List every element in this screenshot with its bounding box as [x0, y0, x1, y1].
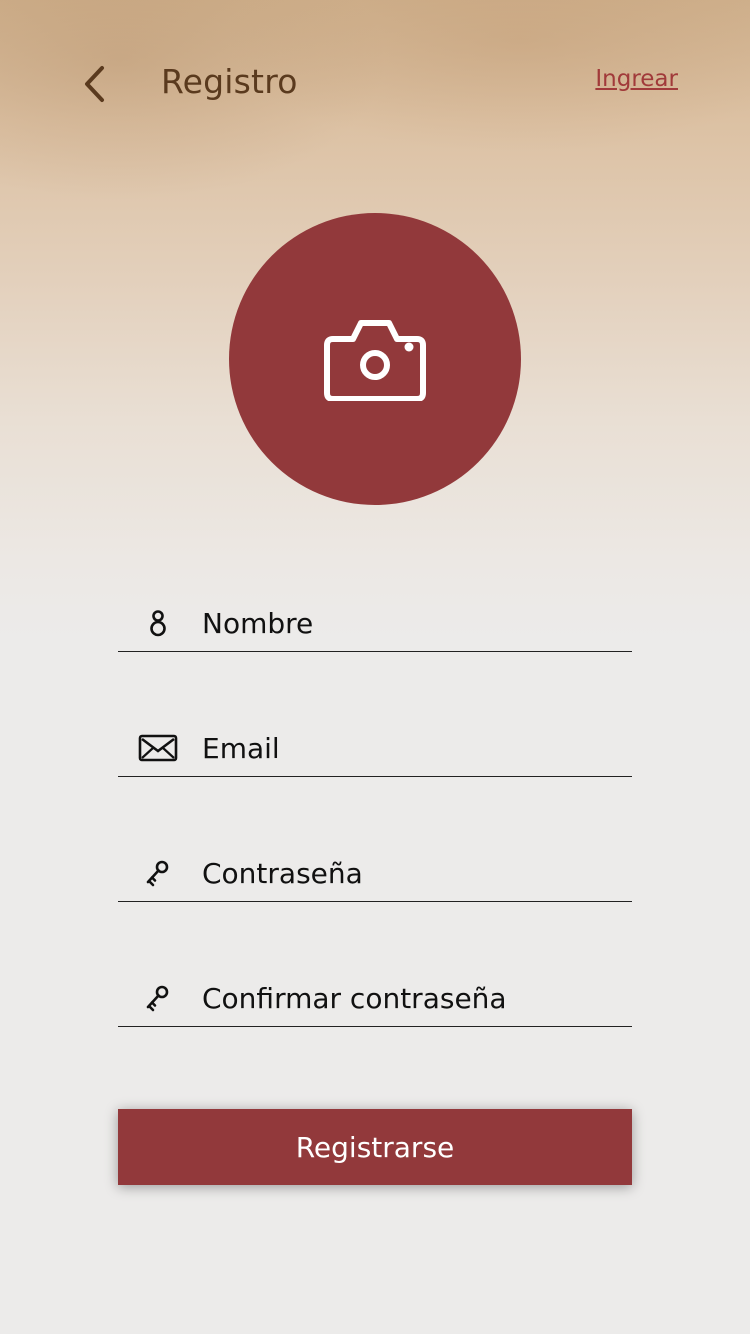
header: Registro Ingrear	[0, 0, 750, 170]
login-link[interactable]: Ingrear	[595, 66, 678, 92]
user-icon	[118, 601, 198, 645]
register-button[interactable]: Registrarse	[118, 1109, 632, 1185]
name-field[interactable]	[118, 592, 632, 652]
email-input[interactable]	[198, 726, 622, 770]
password-field[interactable]	[118, 842, 632, 902]
key-icon	[118, 851, 198, 895]
confirm-password-input[interactable]	[198, 976, 622, 1020]
email-field[interactable]	[118, 717, 632, 777]
envelope-icon	[118, 726, 198, 770]
photo-picker-button[interactable]	[229, 213, 521, 505]
back-button[interactable]	[72, 60, 116, 108]
name-input[interactable]	[198, 601, 622, 645]
key-icon	[118, 976, 198, 1020]
chevron-left-icon	[85, 66, 104, 102]
page-title: Registro	[161, 62, 298, 101]
camera-icon	[324, 320, 426, 401]
confirm-password-field[interactable]	[118, 967, 632, 1027]
password-input[interactable]	[198, 851, 622, 895]
